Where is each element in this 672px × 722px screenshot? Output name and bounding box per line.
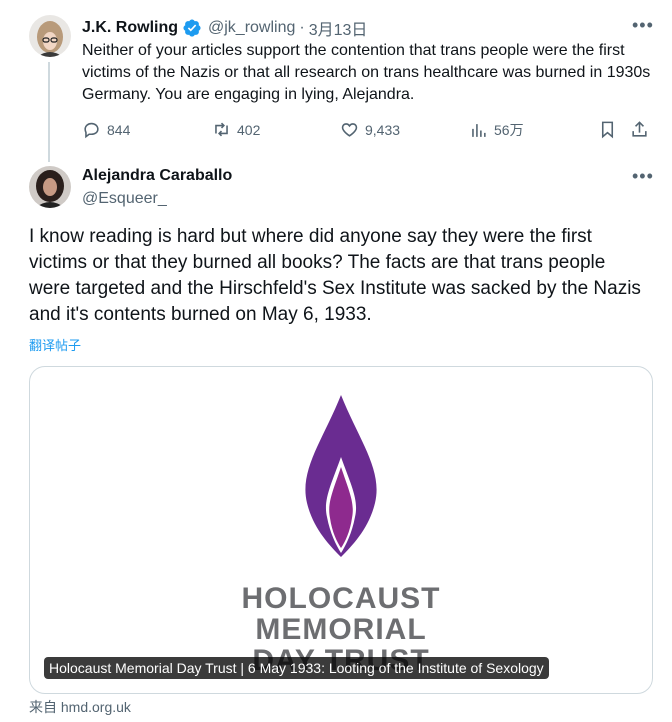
tweet2-header: Alejandra Caraballo (82, 167, 232, 185)
reply-count: 844 (107, 121, 131, 138)
retweet-count: 402 (237, 121, 261, 138)
link-preview-card[interactable]: HOLOCAUST MEMORIAL DAY TRUST Holocaust M… (29, 366, 653, 694)
tweet1-text: Neither of your articles support the con… (82, 42, 651, 103)
views-count: 56万 (494, 122, 524, 138)
tweet2-author-name[interactable]: Alejandra Caraballo (82, 167, 232, 185)
like-icon (341, 123, 358, 137)
like-button[interactable]: 9,433 (340, 120, 400, 139)
retweet-button[interactable]: 402 (212, 120, 260, 139)
reply-icon (84, 122, 99, 139)
card-caption[interactable]: Holocaust Memorial Day Trust | 6 May 193… (44, 657, 549, 679)
translate-post-link[interactable]: 翻译帖子 (29, 335, 81, 354)
tweet1-separator: · (299, 19, 305, 36)
bookmark-icon (601, 121, 614, 139)
views-icon (472, 123, 486, 137)
tweet2-handle[interactable]: @Esqueer_ (82, 190, 167, 208)
avatar-alejandra-caraballo[interactable] (29, 166, 71, 208)
tweet1-header: J.K. Rowling @jk_rowling · 3月13日 (82, 16, 367, 40)
tweet1-action-bar: 844 402 9,433 56万 (82, 120, 652, 142)
retweet-icon (215, 122, 228, 137)
bookmark-button[interactable] (598, 120, 617, 139)
more-icon[interactable]: ••• (632, 16, 654, 34)
tweet2-handle-row: @Esqueer_ (82, 190, 167, 208)
logo-text-line-2: MEMORIAL (255, 613, 427, 646)
verified-badge-icon (182, 18, 202, 38)
share-icon (632, 121, 647, 137)
avatar-jk-rowling[interactable] (29, 15, 71, 57)
like-count: 9,433 (365, 121, 401, 138)
views-button[interactable]: 56万 (469, 120, 524, 140)
link-source[interactable]: 来自 hmd.org.uk (29, 697, 131, 717)
reply-button[interactable]: 844 (82, 120, 130, 139)
share-button[interactable] (630, 120, 649, 139)
tweet1-author-name[interactable]: J.K. Rowling (82, 19, 178, 37)
more-icon[interactable]: ••• (632, 167, 654, 185)
logo-text-line-1: HOLOCAUST (241, 582, 441, 615)
flame-logo-icon (305, 395, 377, 557)
tweet1-handle[interactable]: @jk_rowling (208, 19, 295, 37)
tweet1-date[interactable]: 3月13日 (309, 16, 368, 40)
tweet2-text: I know reading is hard but where did any… (29, 226, 641, 325)
thread-connector-line (48, 62, 50, 162)
